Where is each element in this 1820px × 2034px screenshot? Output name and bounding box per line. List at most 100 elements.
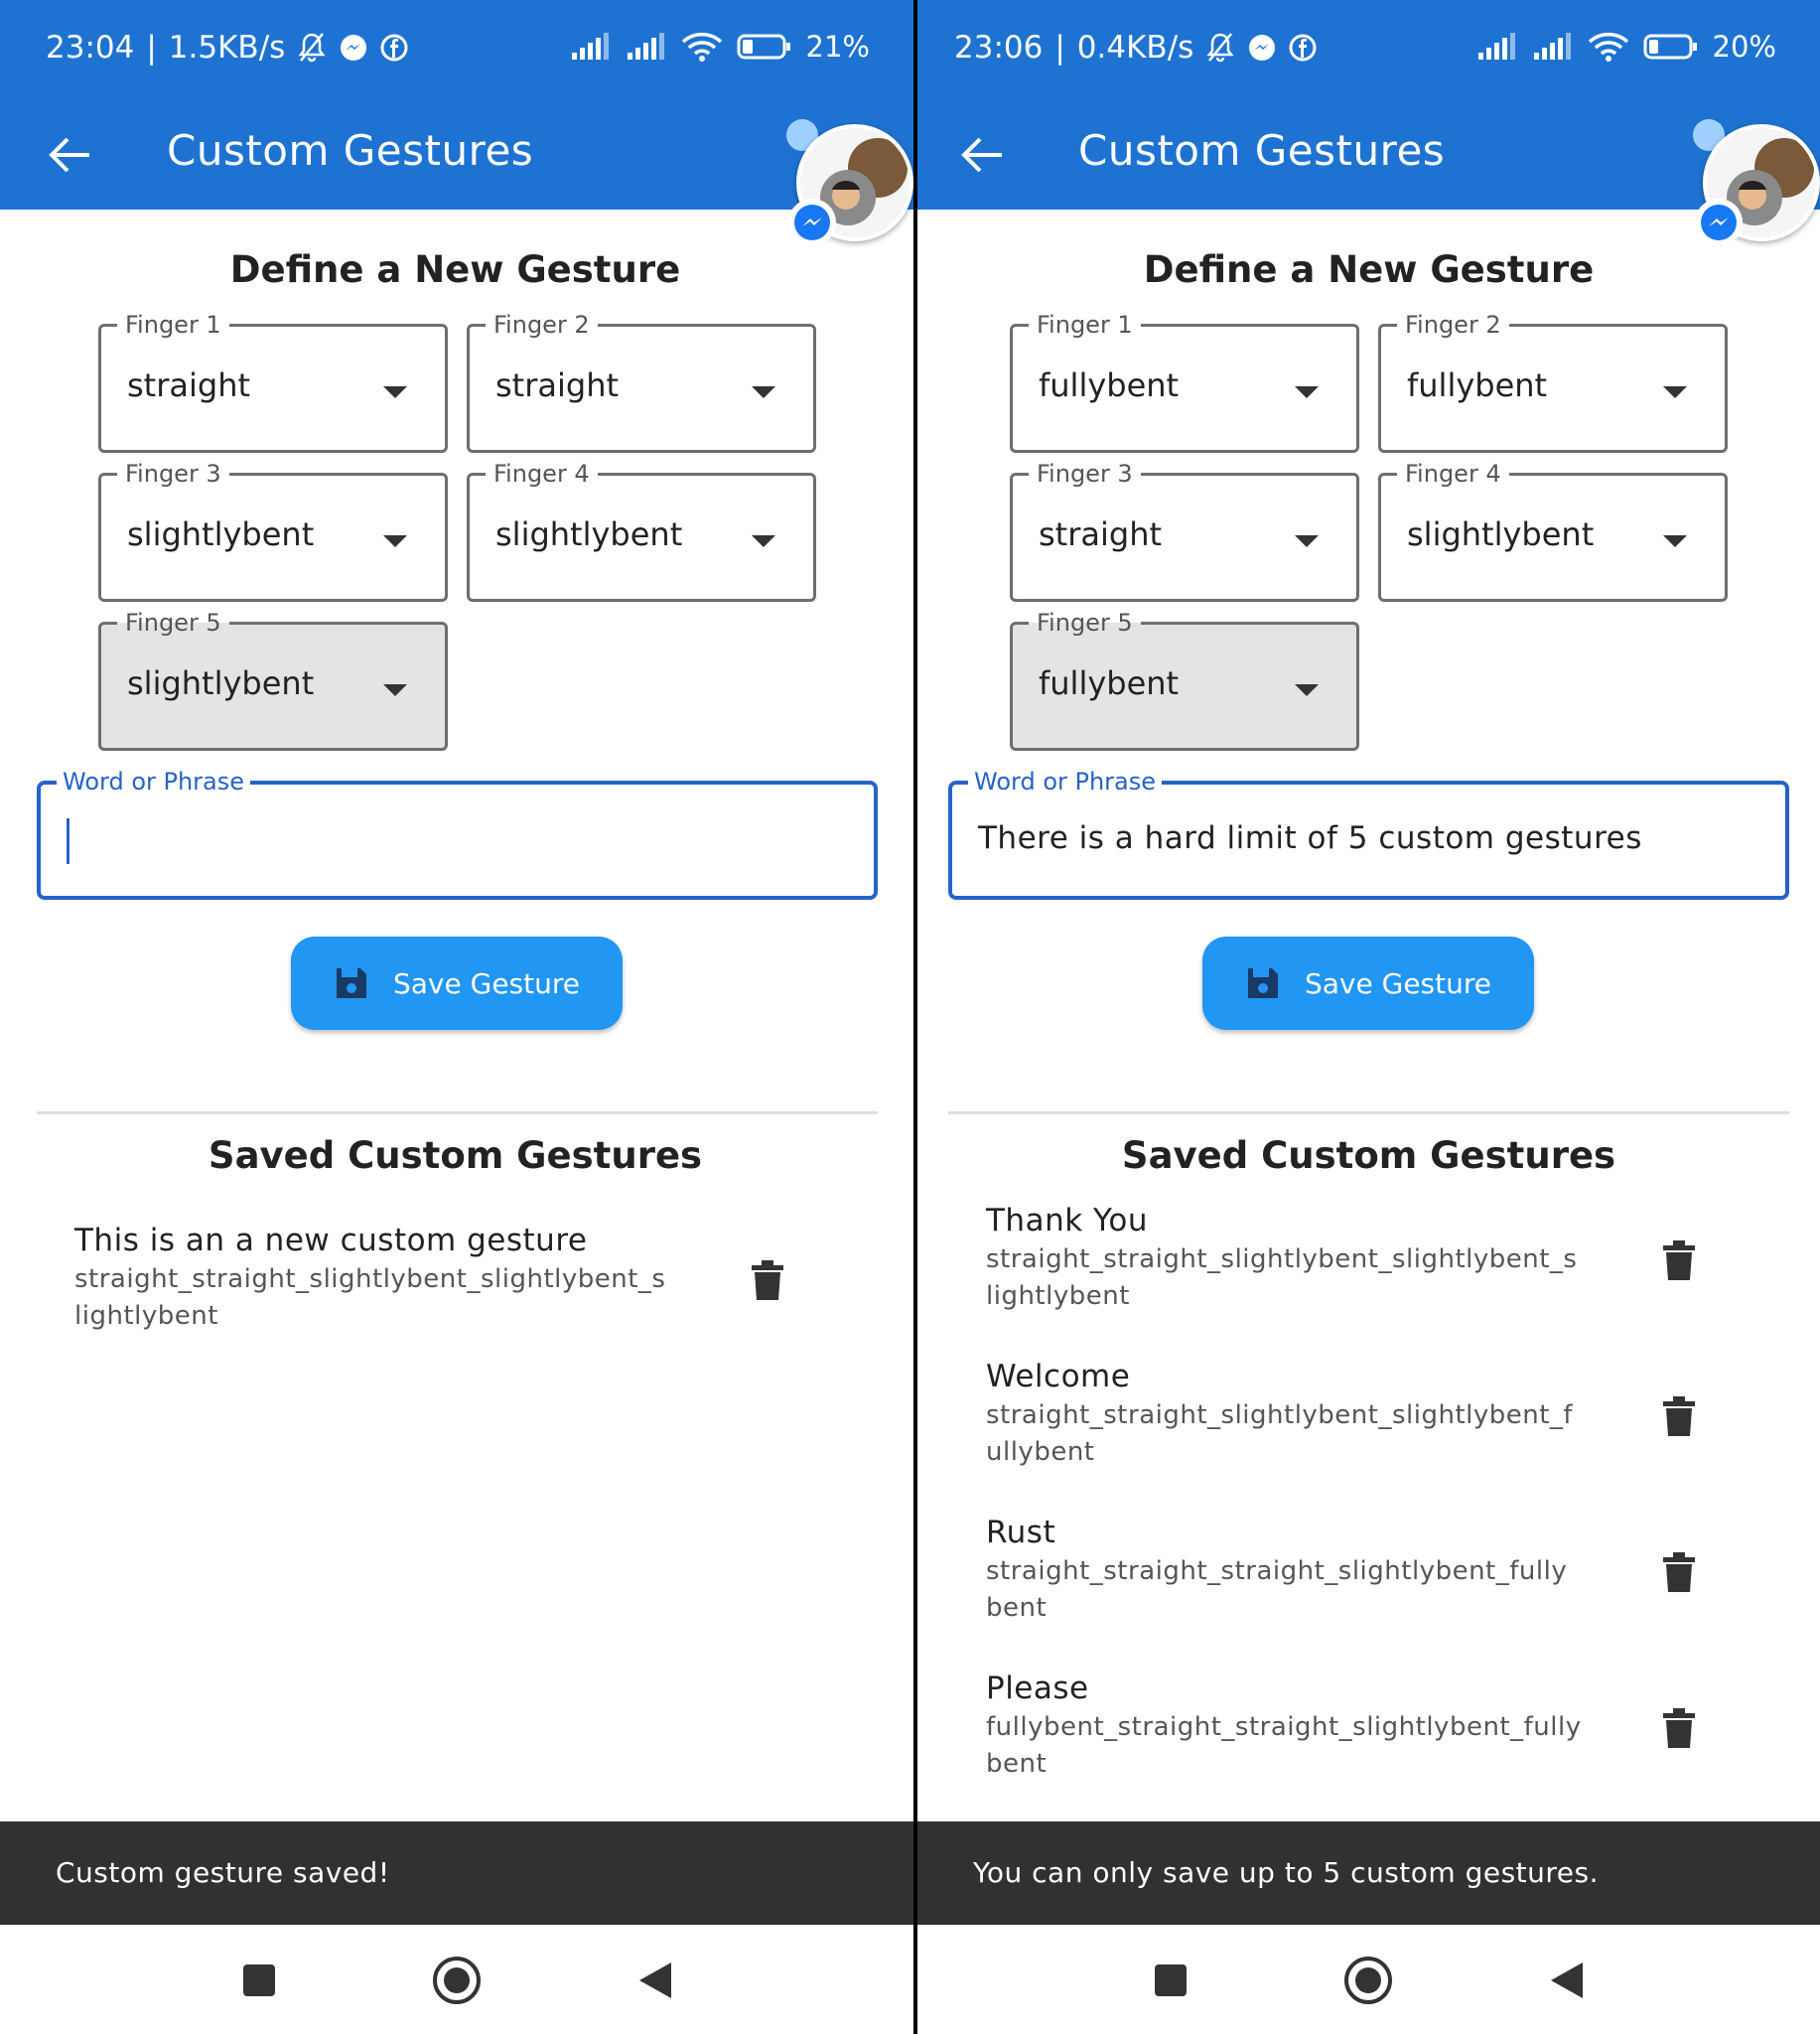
messenger-icon: [1247, 33, 1277, 63]
caret-down-icon: [383, 684, 407, 696]
snackbar: You can only save up to 5 custom gesture…: [917, 1821, 1820, 1925]
word-or-phrase-input[interactable]: Word or Phrase: [37, 768, 878, 900]
status-time: 23:06: [954, 30, 1044, 66]
finger-5-value: fullybent: [1039, 664, 1180, 702]
save-gesture-label: Save Gesture: [393, 966, 580, 1000]
phone-screen-right: 23:06 | 0.4KB/s 20% Custom Gestures Defi…: [917, 0, 1820, 2034]
text-cursor: [67, 818, 70, 864]
status-speed: 0.4KB/s: [1076, 30, 1194, 66]
gesture-pattern: straight_straight_slightlybent_slightlyb…: [74, 1264, 666, 1331]
caret-down-icon: [752, 386, 775, 398]
finger-1-value: fullybent: [1039, 366, 1180, 404]
facebook-icon: [380, 34, 408, 62]
status-bar: 23:06 | 0.4KB/s 20%: [917, 0, 1820, 105]
trash-icon[interactable]: [748, 1255, 787, 1303]
gesture-name: Thank You: [986, 1203, 1148, 1238]
nav-back-button[interactable]: [1539, 1953, 1595, 2008]
battery-icon: [737, 33, 792, 61]
nav-recents-button[interactable]: [1143, 1953, 1198, 2008]
trash-icon[interactable]: [1659, 1391, 1699, 1439]
word-or-phrase-input[interactable]: Word or Phrase There is a hard limit of …: [948, 768, 1789, 900]
nav-back-icon: [639, 1962, 671, 1998]
gesture-pattern: straight_straight_straight_slightlybent_…: [986, 1556, 1568, 1623]
gesture-pattern: straight_straight_slightlybent_slightlyb…: [986, 1400, 1574, 1467]
trash-icon[interactable]: [1659, 1703, 1699, 1751]
save-disk-icon: [337, 968, 366, 998]
battery-percent: 21%: [805, 30, 870, 64]
finger-5-dropdown[interactable]: Finger 5 slightlybent: [98, 609, 448, 751]
save-gesture-button[interactable]: Save Gesture: [291, 937, 623, 1030]
caret-down-icon: [1295, 386, 1319, 398]
nav-recents-icon: [243, 1964, 275, 1996]
status-bar: 23:04 | 1.5KB/s 21%: [0, 0, 913, 105]
nav-home-button[interactable]: [429, 1953, 485, 2008]
finger-4-dropdown[interactable]: Finger 4 slightlybent: [1378, 460, 1728, 602]
finger-3-dropdown[interactable]: Finger 3 straight: [1010, 460, 1359, 602]
finger-3-label: Finger 3: [117, 460, 229, 488]
finger-3-dropdown[interactable]: Finger 3 slightlybent: [98, 460, 448, 602]
app-bar: Custom Gestures: [0, 105, 913, 210]
finger-2-label: Finger 2: [1397, 311, 1509, 339]
finger-4-label: Finger 4: [486, 460, 598, 488]
section-divider: [948, 1111, 1789, 1114]
nav-home-icon: [1344, 1957, 1392, 2004]
finger-3-value: slightlybent: [127, 515, 315, 553]
back-button[interactable]: [40, 125, 99, 185]
messenger-icon: [1695, 199, 1743, 246]
saved-gestures-heading: Saved Custom Gestures: [1121, 1134, 1616, 1177]
finger-4-dropdown[interactable]: Finger 4 slightlybent: [467, 460, 816, 602]
signal-icon: [1476, 33, 1518, 61]
define-gesture-heading: Define a New Gesture: [229, 248, 681, 291]
nav-back-icon: [1551, 1962, 1583, 1998]
nav-recents-button[interactable]: [231, 1953, 287, 2008]
finger-5-value: slightlybent: [127, 664, 315, 702]
section-divider: [37, 1111, 878, 1114]
nav-home-button[interactable]: [1340, 1953, 1396, 2008]
mute-bell-icon: [297, 32, 327, 64]
gesture-list-item: Please fullybent_straight_straight_sligh…: [986, 1668, 1760, 1783]
signal-icon: [570, 33, 612, 61]
back-button[interactable]: [952, 125, 1012, 185]
nav-home-icon: [433, 1957, 481, 2004]
gesture-name: This is an a new custom gesture: [74, 1223, 588, 1258]
messenger-icon: [788, 199, 836, 246]
phone-screen-left: 23:04 | 1.5KB/s 21% Custom Gestures Defi…: [0, 0, 913, 2034]
caret-down-icon: [383, 386, 407, 398]
finger-1-dropdown[interactable]: Finger 1 straight: [98, 311, 448, 453]
word-or-phrase-value: There is a hard limit of 5 custom gestur…: [978, 820, 1642, 856]
finger-1-value: straight: [127, 366, 251, 404]
trash-icon[interactable]: [1659, 1547, 1699, 1595]
finger-5-dropdown[interactable]: Finger 5 fullybent: [1010, 609, 1359, 751]
page-title: Custom Gestures: [1078, 126, 1446, 175]
signal-icon: [626, 33, 667, 61]
status-time: 23:04: [46, 30, 135, 66]
status-separator: |: [146, 30, 157, 66]
app-bar: Custom Gestures: [917, 105, 1820, 210]
finger-2-dropdown[interactable]: Finger 2 fullybent: [1378, 311, 1728, 453]
finger-4-label: Finger 4: [1397, 460, 1509, 488]
nav-recents-icon: [1155, 1964, 1187, 1996]
caret-down-icon: [1295, 535, 1319, 547]
back-arrow-icon: [961, 137, 1002, 173]
gesture-list-item: Thank You straight_straight_slightlybent…: [986, 1200, 1760, 1315]
finger-4-value: slightlybent: [1407, 515, 1595, 553]
gesture-list-item: Welcome straight_straight_slightlybent_s…: [986, 1356, 1760, 1471]
gesture-list-item: This is an a new custom gesture straight…: [74, 1220, 849, 1335]
gesture-list-item: Rust straight_straight_straight_slightly…: [986, 1512, 1760, 1627]
page-title: Custom Gestures: [167, 126, 534, 175]
save-gesture-label: Save Gesture: [1305, 966, 1491, 1000]
facebook-icon: [1289, 34, 1317, 62]
finger-1-label: Finger 1: [117, 311, 229, 339]
messenger-icon: [339, 33, 368, 63]
save-gesture-button[interactable]: Save Gesture: [1202, 937, 1534, 1030]
caret-down-icon: [1663, 386, 1687, 398]
trash-icon[interactable]: [1659, 1235, 1699, 1283]
caret-down-icon: [752, 535, 775, 547]
nav-back-button[interactable]: [628, 1953, 683, 2008]
system-nav-bar: [917, 1925, 1820, 2034]
finger-2-dropdown[interactable]: Finger 2 straight: [467, 311, 816, 453]
battery-icon: [1643, 33, 1699, 61]
finger-2-label: Finger 2: [486, 311, 598, 339]
finger-1-dropdown[interactable]: Finger 1 fullybent: [1010, 311, 1359, 453]
finger-1-label: Finger 1: [1029, 311, 1141, 339]
